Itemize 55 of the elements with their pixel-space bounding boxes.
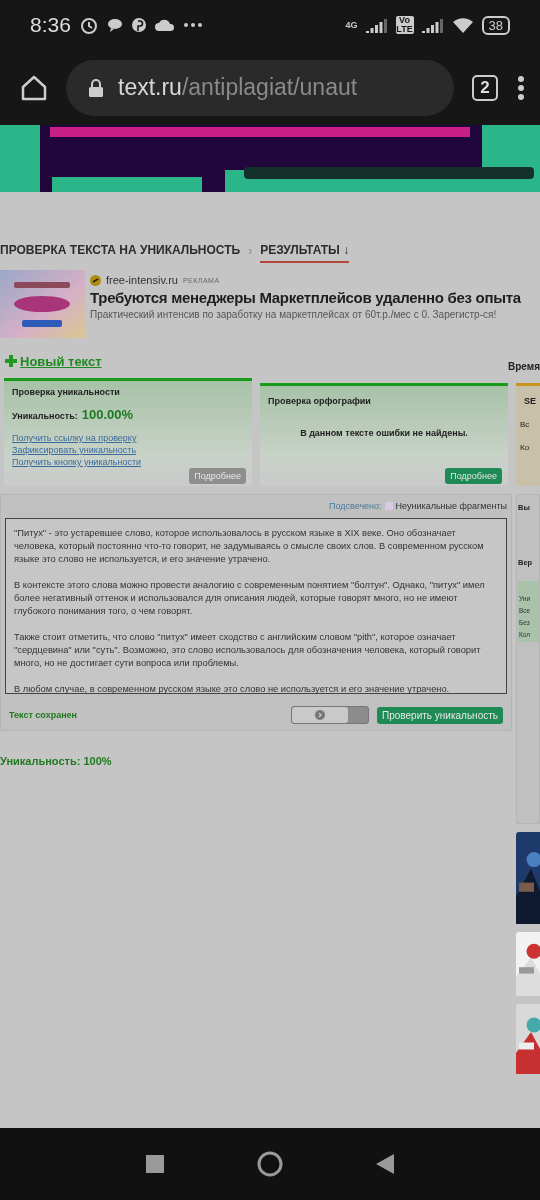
editor-paragraph: В контексте этого слова можно провести аналогию с современным понятием "болтун". Однако, "питух" имел более негативный оттенок и использовался для описания людей, которые говорят много, но не имеют глубокого понимания того, о чем говорят. [14, 579, 486, 618]
card-text: Ко [520, 443, 531, 452]
time-label: Время [508, 360, 540, 372]
signal-icon [421, 17, 444, 33]
ad-text: Практический интенсив по заработку на маркетплейсах от 60т.р./мес с 0. Зарегистр-ся! [90, 309, 498, 320]
alarm-icon [78, 15, 99, 35]
check-uniqueness-button[interactable]: Проверить уникальность [377, 706, 503, 724]
signal-icon [365, 17, 388, 33]
details-button[interactable]: Подробнее [445, 468, 502, 484]
volte-label: Vo LTE [395, 16, 414, 34]
plus-icon [4, 354, 18, 368]
breadcrumb[interactable]: ПРОВЕРКА ТЕКСТА НА УНИКАЛЬНОСТЬ [0, 239, 241, 263]
spelling-message: В данном тексте ошибки не найдены. [299, 428, 469, 438]
editor-paragraph: "Питух" - это устаревшее слово, которое использовалось в русском языке в XIX веке. Оно обозначает человека, который постоянно что-то говорит, не задумываясь о смысле своих слов. В современном русском языке это слово не используется, и его значение утрачено. [14, 527, 485, 566]
back-icon[interactable] [375, 1154, 394, 1174]
arrow-icon [315, 710, 325, 720]
card-link[interactable]: Получить ссылку на проверку [12, 432, 244, 444]
battery-level: 38 [481, 15, 510, 35]
card-link[interactable]: Зафиксировать уникальность [12, 444, 244, 456]
address-bar[interactable]: text.ru/antiplagiat/unaut [66, 59, 454, 116]
uniqueness-value: 100.00% [81, 407, 134, 422]
wifi-icon [451, 16, 474, 34]
tab-count[interactable]: 2 [472, 74, 498, 101]
card-title: Проверка уникальности [12, 387, 121, 397]
editor-paragraph: Также стоит отметить, что слово "питух" имеет сходство с английским словом "pith", которое означает "сердцевина" или "суть". Возможно, это слово использовалось для обозначения человека, который говорит много, но не достигает сути вопроса или проблемы. [14, 631, 482, 670]
home-icon[interactable] [257, 1151, 283, 1177]
lock-icon [88, 77, 104, 98]
new-text-link[interactable]: Новый текст [4, 353, 102, 369]
legend-label: Подсвечено: [329, 501, 382, 511]
toggle-switch[interactable] [291, 706, 369, 724]
chevron-icon: › [248, 244, 253, 258]
chat-icon [106, 17, 123, 33]
text-editor[interactable] [5, 518, 507, 694]
menu-icon[interactable] [516, 74, 526, 101]
ad-domain[interactable]: free-intensiv.ru [106, 274, 178, 286]
card-title: Проверка орфографии [268, 396, 372, 406]
card-title: SE [524, 396, 537, 406]
network-type: 4G [345, 20, 358, 30]
url-host: text.ru [118, 74, 182, 100]
uniqueness-label: Уникальность: [12, 411, 78, 421]
site-logo-icon [90, 274, 101, 286]
url-path: /antiplagiat/unaut [181, 74, 358, 100]
editor-paragraph: В любом случае, в современном русском языке это слово не используется и его значение утрачено. [14, 683, 451, 696]
recents-icon[interactable] [146, 1155, 165, 1173]
legend-text: Неуникальные фрагменты [395, 501, 507, 511]
ad-title[interactable]: Требуются менеджеры Маркетплейсов удаленно без опыта [90, 289, 521, 306]
cloud-icon [154, 18, 175, 32]
card-text: Вс [520, 420, 531, 429]
uniqueness-result: Уникальность: 100% [0, 755, 113, 767]
more-icon [182, 22, 203, 28]
clock: 8:36 [30, 13, 71, 37]
home-icon[interactable] [20, 73, 48, 102]
saved-status: Текст сохранен [9, 710, 78, 720]
breadcrumb[interactable]: РЕЗУЛЬТАТЫ ↓ [260, 239, 350, 263]
card-link[interactable]: Получить кнопку уникальности [12, 456, 244, 468]
